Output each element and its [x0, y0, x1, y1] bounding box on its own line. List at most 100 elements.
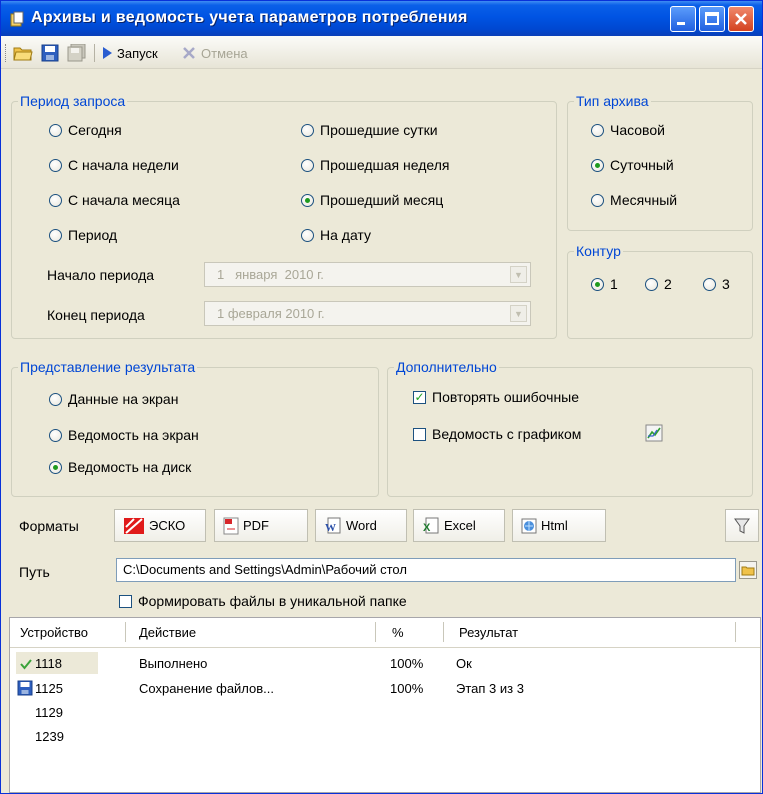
radio-label: Ведомость на экран — [68, 427, 199, 443]
maximize-button[interactable] — [699, 6, 725, 32]
open-folder-icon — [13, 47, 33, 61]
col-result[interactable]: Результат — [459, 625, 518, 640]
checkbox-box — [119, 594, 132, 608]
unique-folder-checkbox[interactable]: Формировать файлы в уникальной папке — [119, 591, 407, 611]
toolbar-grip[interactable] — [5, 44, 8, 62]
cell-percent: 100% — [390, 656, 424, 671]
path-label: Путь — [19, 564, 50, 580]
run-button[interactable]: Запуск — [101, 42, 158, 64]
radio-contour-1[interactable]: 1 — [591, 274, 618, 294]
radio-month-start[interactable]: С начала месяца — [49, 190, 180, 210]
svg-text:X: X — [423, 522, 431, 534]
format-label: Excel — [444, 518, 476, 533]
col-percent[interactable]: % — [392, 625, 404, 640]
radio-report-disk[interactable]: Ведомость на диск — [49, 457, 191, 477]
radio-report-screen[interactable]: Ведомость на экран — [49, 425, 199, 445]
cancel-label: Отмена — [201, 45, 248, 61]
column-divider[interactable] — [375, 622, 376, 642]
radio-data-screen[interactable]: Данные на экран — [49, 389, 178, 409]
table-row[interactable]: 1239 — [10, 725, 760, 749]
radio-today[interactable]: Сегодня — [49, 120, 122, 140]
radio-label: С начала недели — [68, 157, 179, 173]
table-row[interactable]: 1125 Сохранение файлов... 100% Этап 3 из… — [10, 677, 760, 701]
format-word-button[interactable]: W Word — [315, 509, 407, 542]
column-divider[interactable] — [443, 622, 444, 642]
extra-legend: Дополнительно — [396, 359, 497, 375]
radio-monthly[interactable]: Месячный — [591, 190, 677, 210]
radio-circle — [301, 158, 314, 172]
cell-result: Ок — [456, 656, 472, 671]
column-divider[interactable] — [125, 622, 126, 642]
result-legend: Представление результата — [20, 359, 196, 375]
table-row[interactable]: 1129 — [10, 701, 760, 725]
esko-icon — [124, 517, 144, 534]
save-icon — [17, 680, 33, 696]
minimize-icon — [677, 22, 685, 25]
radio-circle — [49, 392, 62, 406]
format-pdf-button[interactable]: PDF — [214, 509, 308, 542]
title-bar[interactable]: Архивы и ведомость учета параметров потр… — [1, 1, 762, 36]
chart-icon[interactable] — [645, 424, 663, 442]
col-device[interactable]: Устройство — [20, 625, 88, 640]
end-date-picker[interactable]: 1 февраля 2010 г. ▼ — [204, 301, 531, 326]
format-html-button[interactable]: Html — [512, 509, 606, 542]
table-row[interactable]: 1118 Выполнено 100% Ок — [10, 652, 760, 676]
radio-label: 2 — [664, 276, 672, 292]
run-label: Запуск — [117, 45, 158, 61]
cell-percent: 100% — [390, 681, 424, 696]
path-input[interactable]: C:\Documents and Settings\Admin\Рабочий … — [116, 558, 736, 582]
radio-contour-2[interactable]: 2 — [645, 274, 672, 294]
radio-circle — [49, 460, 62, 474]
minimize-button[interactable] — [670, 6, 696, 32]
browse-folder-icon[interactable] — [739, 561, 757, 579]
col-action[interactable]: Действие — [139, 625, 196, 640]
radio-circle — [49, 428, 62, 442]
results-table[interactable]: Устройство Действие % Результат 1118 Вып… — [9, 617, 761, 793]
radio-past-week[interactable]: Прошедшая неделя — [301, 155, 449, 175]
radio-contour-3[interactable]: 3 — [703, 274, 730, 294]
radio-hourly[interactable]: Часовой — [591, 120, 665, 140]
checkbox-box: ✓ — [413, 389, 426, 404]
checkbox-box — [413, 427, 426, 441]
format-excel-button[interactable]: X Excel — [413, 509, 505, 542]
radio-label: Сегодня — [68, 122, 122, 138]
radio-daily[interactable]: Суточный — [591, 155, 674, 175]
radio-past-day[interactable]: Прошедшие сутки — [301, 120, 438, 140]
format-label: Word — [346, 518, 377, 533]
save-all-icon — [67, 44, 86, 62]
format-esko-button[interactable]: ЭСКО — [114, 509, 206, 542]
repeat-errors-checkbox[interactable]: ✓ Повторять ошибочные — [413, 387, 579, 407]
radio-period[interactable]: Период — [49, 225, 117, 245]
radio-label: Суточный — [610, 157, 674, 173]
contour-legend: Контур — [576, 243, 621, 259]
save-button[interactable] — [41, 42, 59, 64]
toolbar: Запуск Отмена — [1, 36, 762, 69]
cell-action: Выполнено — [139, 656, 208, 671]
radio-circle — [301, 193, 314, 207]
filter-icon — [734, 518, 750, 534]
radio-circle — [703, 277, 716, 291]
checkbox-label: Формировать файлы в уникальной папке — [138, 593, 407, 609]
close-button[interactable] — [728, 6, 754, 32]
chevron-down-icon[interactable]: ▼ — [510, 305, 527, 322]
radio-week-start[interactable]: С начала недели — [49, 155, 179, 175]
radio-label: Ведомость на диск — [68, 459, 192, 475]
radio-past-month[interactable]: Прошедший месяц — [301, 190, 443, 210]
radio-circle — [301, 228, 314, 242]
end-date-value: 1 февраля 2010 г. — [217, 306, 325, 321]
cancel-button[interactable]: Отмена — [181, 42, 248, 64]
chevron-down-icon[interactable]: ▼ — [510, 266, 527, 283]
filter-button[interactable] — [725, 509, 759, 542]
excel-icon: X — [423, 517, 439, 534]
column-divider[interactable] — [735, 622, 736, 642]
radio-label: Месячный — [610, 192, 678, 208]
radio-on-date[interactable]: На дату — [301, 225, 371, 245]
report-chart-checkbox[interactable]: Ведомость с графиком — [413, 424, 581, 444]
check-icon — [20, 659, 32, 670]
radio-circle — [591, 277, 604, 291]
toolbar-separator — [94, 44, 95, 62]
archive-type-legend: Тип архива — [576, 93, 649, 109]
open-button[interactable] — [13, 42, 33, 64]
start-date-picker[interactable]: 1 января 2010 г. ▼ — [204, 262, 531, 287]
save-all-button[interactable] — [67, 42, 87, 64]
